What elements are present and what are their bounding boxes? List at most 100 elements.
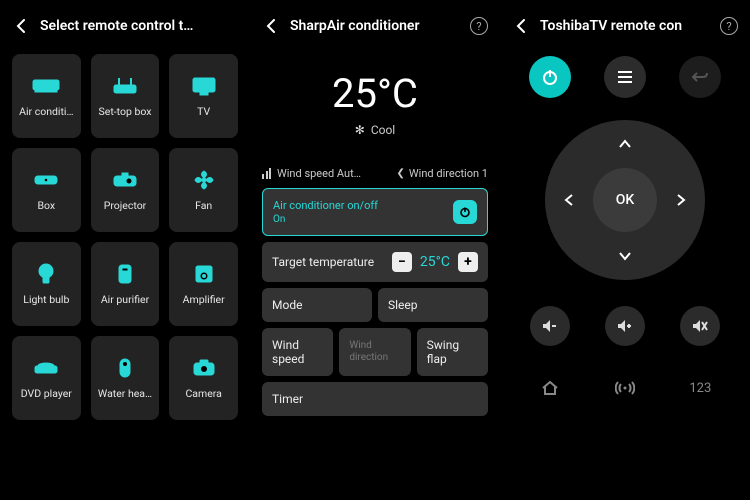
timer-button-label: Timer — [272, 392, 303, 406]
back-button[interactable] — [262, 17, 280, 35]
dpad-down[interactable] — [613, 244, 637, 268]
temp-plus-button[interactable]: + — [458, 252, 478, 272]
projector-icon — [111, 169, 139, 191]
dpad-right[interactable] — [669, 188, 693, 212]
dpad-up[interactable] — [613, 132, 637, 156]
volume-up-button[interactable] — [605, 306, 645, 346]
select-device-panel: Select remote control t… Air conditi… Se… — [0, 0, 250, 500]
tile-camera[interactable]: Camera — [169, 336, 238, 420]
numpad-label: 123 — [689, 381, 711, 396]
tile-projector[interactable]: Projector — [91, 148, 160, 232]
wind-speed-button[interactable]: Wind speed — [262, 328, 333, 376]
volume-down-button[interactable] — [530, 306, 570, 346]
chevron-left-icon: ❮ — [397, 168, 405, 179]
wind-speed-text: Wind speed Aut… — [277, 167, 361, 180]
dpad-left[interactable] — [557, 188, 581, 212]
mute-button[interactable] — [680, 306, 720, 346]
swing-flap-button[interactable]: Swing flap — [417, 328, 488, 376]
dvd-icon — [32, 357, 60, 379]
panel3-header: ToshibaTV remote con ? — [512, 10, 738, 42]
snowflake-icon: ✻ — [355, 123, 365, 137]
dpad: OK — [545, 120, 705, 280]
mode-button[interactable]: Mode — [262, 288, 372, 322]
tile-water-heater[interactable]: Water hea… — [91, 336, 160, 420]
swing-button-label: Swing flap — [427, 338, 478, 366]
ac-remote-panel: SharpAir conditioner ? 25°C ✻ Cool Wind … — [250, 0, 500, 500]
numpad-button[interactable]: 123 — [680, 368, 720, 408]
tile-label: DVD player — [17, 387, 76, 400]
wind-direction-text: Wind direction 1 — [409, 167, 488, 180]
water-heater-icon — [111, 357, 139, 379]
tile-label: TV — [193, 105, 214, 118]
tile-label: Air purifier — [97, 293, 153, 306]
power-button[interactable] — [529, 56, 571, 98]
tv-remote-panel: ToshibaTV remote con ? OK — [500, 0, 750, 500]
wind-direction-button-label: Wind direction — [349, 340, 388, 364]
tile-set-top-box[interactable]: Set-top box — [91, 54, 160, 138]
mode-row: ✻ Cool — [262, 123, 488, 137]
tile-label: Camera — [181, 387, 225, 400]
onoff-label: Air conditioner on/off — [273, 199, 378, 212]
power-toggle[interactable] — [453, 200, 477, 224]
tile-label: Air conditi… — [15, 105, 77, 118]
controls-list: Air conditioner on/off On Target tempera… — [262, 188, 488, 416]
ok-button[interactable]: OK — [593, 168, 657, 232]
temp-minus-button[interactable]: − — [392, 252, 412, 272]
media-box-icon — [32, 169, 60, 191]
wind-direction-button[interactable]: Wind direction — [339, 328, 410, 376]
volume-row — [512, 306, 738, 346]
router-icon — [111, 75, 139, 97]
temp-stepper: − 25°C + — [392, 252, 478, 272]
panel2-header: SharpAir conditioner ? — [262, 10, 488, 42]
panel2-title: SharpAir conditioner — [290, 18, 470, 34]
fan-icon — [190, 169, 218, 191]
target-temp-label: Target temperature — [272, 255, 392, 269]
tile-label: Water hea… — [94, 387, 156, 400]
amplifier-icon — [190, 263, 218, 285]
camera-icon — [190, 357, 218, 379]
signal-button[interactable] — [605, 368, 645, 408]
panel1-header: Select remote control t… — [12, 10, 238, 42]
tile-dvd-player[interactable]: DVD player — [12, 336, 81, 420]
sleep-button[interactable]: Sleep — [378, 288, 488, 322]
tile-label: Light bulb — [19, 293, 73, 306]
bulb-icon — [32, 263, 60, 285]
tile-fan[interactable]: Fan — [169, 148, 238, 232]
help-icon[interactable]: ? — [720, 17, 738, 35]
wind-speed-button-label: Wind speed — [272, 338, 323, 366]
tile-light-bulb[interactable]: Light bulb — [12, 242, 81, 326]
tile-label: Amplifier — [179, 293, 229, 306]
tile-label: Set-top box — [95, 105, 156, 118]
home-button[interactable] — [530, 368, 570, 408]
ac-onoff-card: Air conditioner on/off On — [262, 188, 488, 236]
tile-label: Fan — [191, 199, 216, 212]
tile-box[interactable]: Box — [12, 148, 81, 232]
tile-label: Box — [34, 199, 60, 212]
tile-label: Projector — [100, 199, 151, 212]
back-button[interactable] — [512, 17, 530, 35]
air-conditioner-icon — [32, 75, 60, 97]
tv-icon — [190, 75, 218, 97]
ok-label: OK — [616, 192, 635, 208]
bottom-row: 123 — [512, 368, 738, 408]
mode-label: Cool — [371, 123, 395, 137]
temp-value: 25°C — [420, 254, 450, 270]
help-icon[interactable]: ? — [470, 17, 488, 35]
signal-bars-icon — [262, 168, 271, 179]
back-button[interactable] — [12, 17, 30, 35]
return-button[interactable] — [679, 56, 721, 98]
tile-tv[interactable]: TV — [169, 54, 238, 138]
top-buttons — [512, 56, 738, 98]
timer-button[interactable]: Timer — [262, 382, 488, 416]
onoff-state: On — [273, 214, 378, 225]
air-purifier-icon — [111, 263, 139, 285]
target-temp-card: Target temperature − 25°C + — [262, 242, 488, 282]
status-chips: Wind speed Aut… ❮ Wind direction 1 — [262, 167, 488, 180]
tile-air-purifier[interactable]: Air purifier — [91, 242, 160, 326]
tile-amplifier[interactable]: Amplifier — [169, 242, 238, 326]
mode-button-label: Mode — [272, 298, 302, 312]
menu-button[interactable] — [604, 56, 646, 98]
dpad-wrap: OK — [512, 120, 738, 280]
tile-air-conditioner[interactable]: Air conditi… — [12, 54, 81, 138]
panel1-title: Select remote control t… — [40, 18, 238, 34]
